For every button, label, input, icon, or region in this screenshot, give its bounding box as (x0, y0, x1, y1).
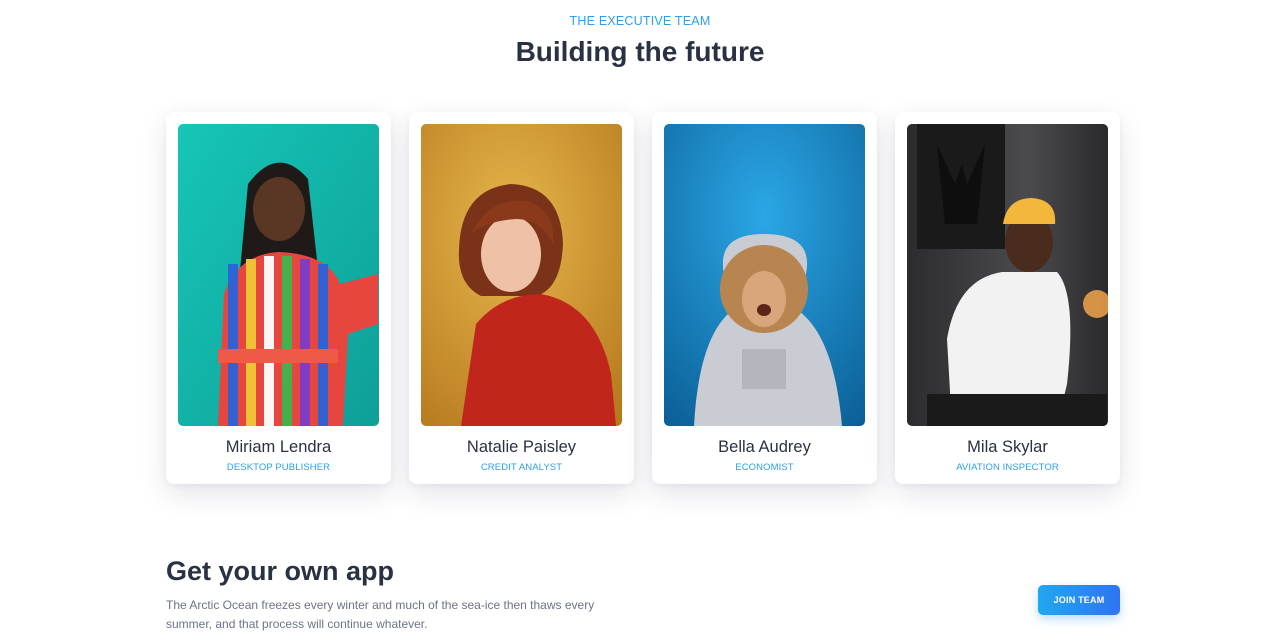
team-cards: Miriam Lendra DESKTOP PUBLISHER Natalie … (166, 112, 1120, 484)
section-eyebrow: THE EXECUTIVE TEAM (569, 14, 711, 28)
member-role: ECONOMIST (735, 462, 794, 473)
join-team-button[interactable]: JOIN TEAM (1038, 585, 1120, 615)
section-title: Building the future (515, 36, 765, 67)
team-card[interactable]: Bella Audrey ECONOMIST (652, 112, 877, 484)
team-card[interactable]: Miriam Lendra DESKTOP PUBLISHER (166, 112, 391, 484)
member-role: CREDIT ANALYST (480, 462, 563, 473)
team-card[interactable]: Natalie Paisley CREDIT ANALYST (409, 112, 634, 484)
member-photo (664, 124, 865, 426)
member-name: Natalie Paisley (466, 438, 577, 456)
member-name: Miriam Lendra (225, 438, 332, 456)
member-name: Bella Audrey (718, 438, 811, 456)
member-role: DESKTOP PUBLISHER (226, 462, 331, 473)
member-name: Mila Skylar (967, 438, 1048, 456)
member-role: AVIATION INSPECTOR (956, 462, 1059, 473)
member-photo (178, 124, 379, 426)
team-card[interactable]: Mila Skylar AVIATION INSPECTOR (895, 112, 1120, 484)
cta-description: The Arctic Ocean freezes every winter an… (166, 598, 595, 631)
cta-title: Get your own app (166, 556, 395, 586)
member-photo (907, 124, 1108, 426)
member-photo (421, 124, 622, 426)
